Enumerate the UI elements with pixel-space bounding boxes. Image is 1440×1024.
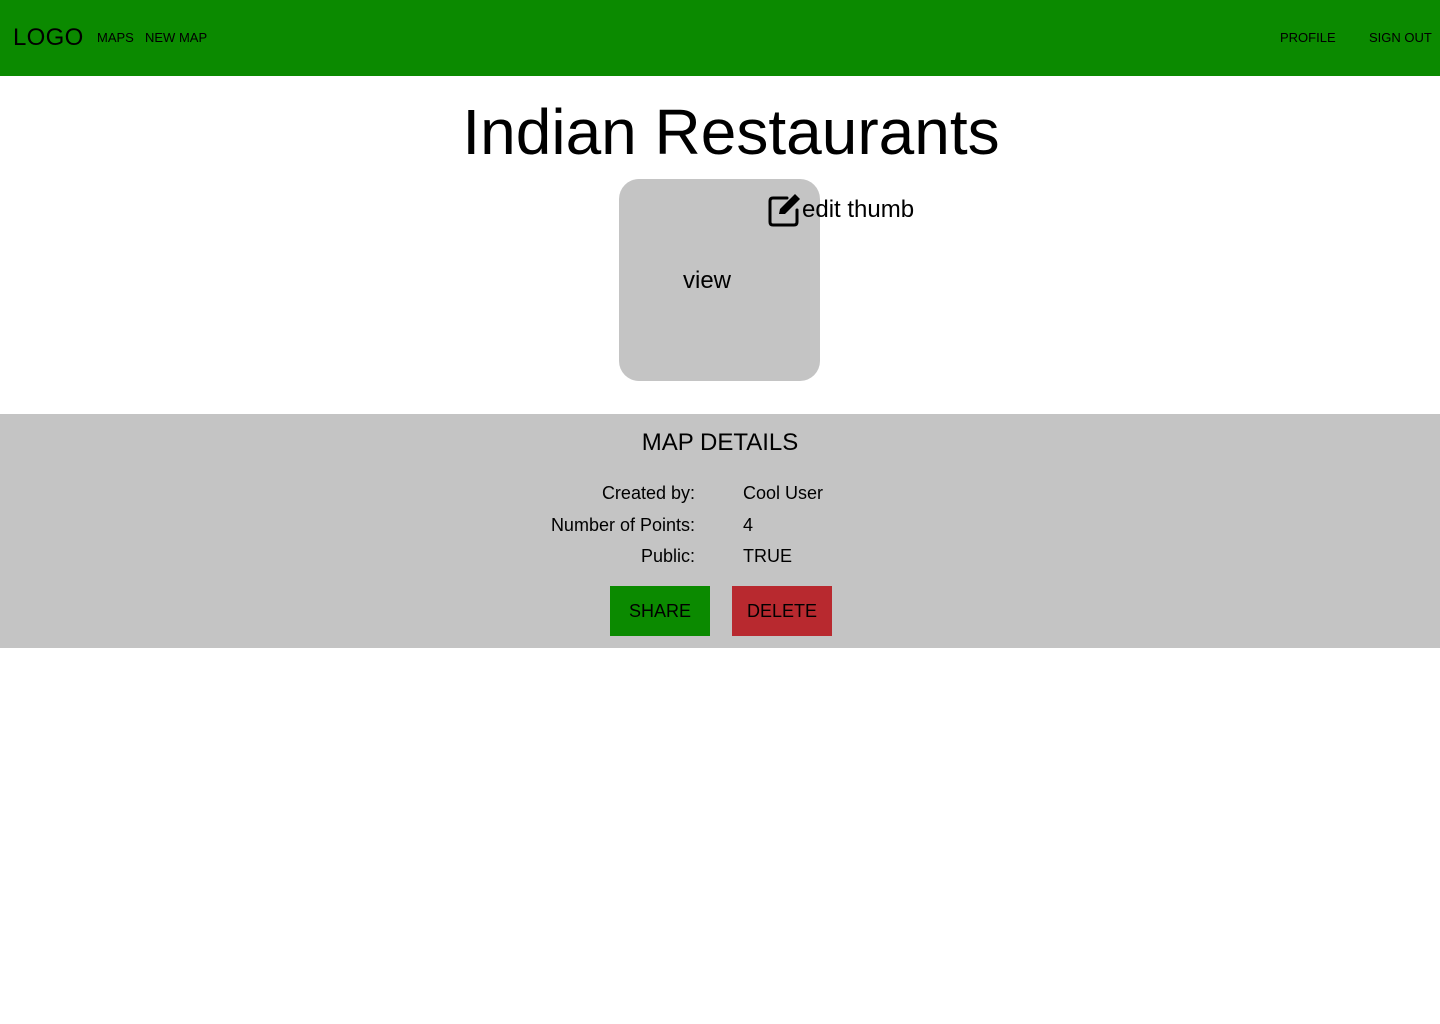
edit-thumb-label: edit thumb: [802, 196, 915, 223]
created-by-label: Created by:: [601, 483, 695, 503]
top-navbar: LOGO MAPS NEW MAP PROFILE SIGN OUT: [0, 0, 1440, 76]
public-value: TRUE: [743, 546, 792, 566]
nav-link-profile[interactable]: PROFILE: [1280, 30, 1336, 46]
delete-button[interactable]: DELETE: [732, 586, 832, 636]
nav-link-maps[interactable]: MAPS: [97, 30, 134, 46]
nav-link-new-map[interactable]: NEW MAP: [145, 30, 207, 46]
detail-row-created-by: Created by: Cool User: [0, 481, 1440, 505]
nav-link-sign-out[interactable]: SIGN OUT: [1369, 30, 1432, 46]
detail-row-num-points: Number of Points: 4: [0, 513, 1440, 537]
num-points-label: Number of Points:: [550, 515, 695, 535]
edit-thumb-button[interactable]: edit thumb: [767, 192, 914, 228]
map-details-panel: MAP DETAILS Created by: Cool User Number…: [0, 414, 1440, 648]
public-label: Public:: [640, 546, 695, 566]
edit-square-icon: [768, 194, 800, 227]
num-points-value: 4: [743, 515, 754, 535]
map-details-heading: MAP DETAILS: [641, 429, 799, 456]
thumbnail-view-label: view: [683, 267, 732, 294]
share-button[interactable]: SHARE: [610, 586, 710, 636]
logo[interactable]: LOGO: [13, 24, 84, 52]
created-by-value: Cool User: [743, 483, 824, 503]
page-title: Indian Restaurants: [462, 96, 1000, 168]
detail-row-public: Public: TRUE: [0, 544, 1440, 568]
